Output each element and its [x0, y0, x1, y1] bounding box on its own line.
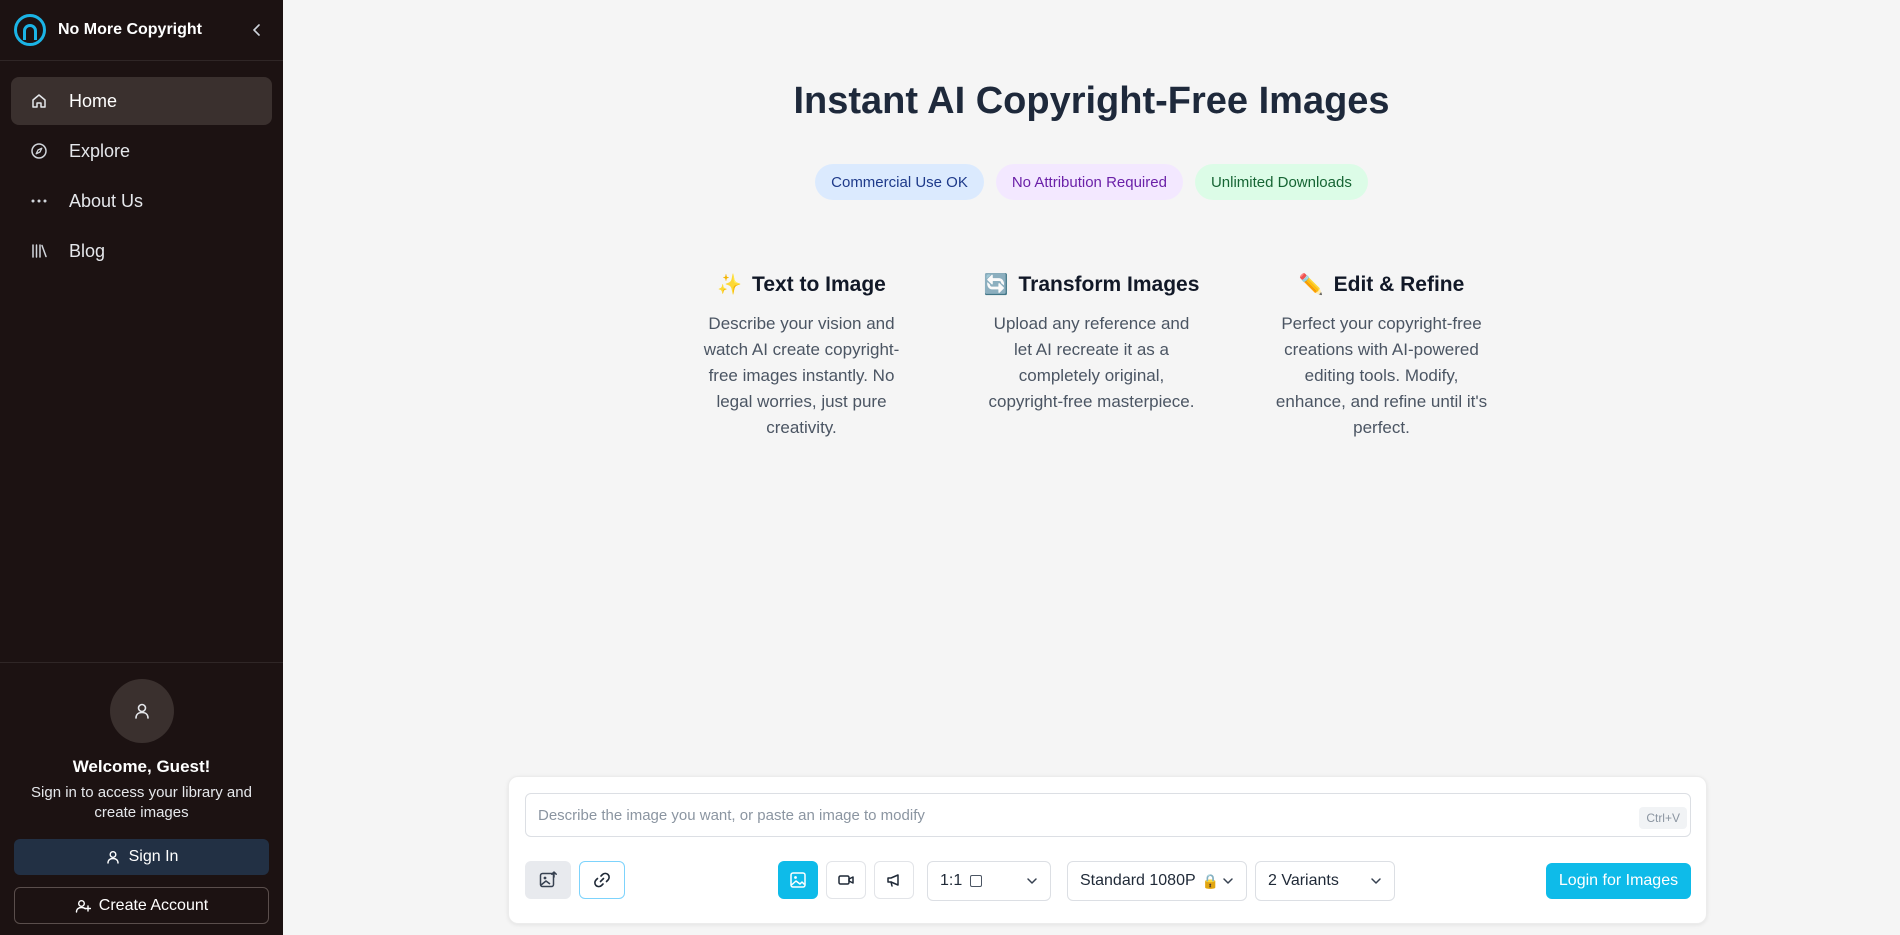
- brand-header: No More Copyright: [0, 0, 283, 61]
- avatar: [109, 679, 174, 743]
- create-account-label: Create Account: [98, 896, 209, 914]
- pencil-icon: ✏️: [1298, 274, 1324, 296]
- compass-icon: [29, 141, 49, 161]
- feature-heading: 🔄 Transform Images: [947, 272, 1237, 297]
- chevron-down-icon: [1222, 875, 1234, 887]
- sidebar-item-label: Explore: [69, 140, 131, 161]
- dots-icon: [29, 191, 49, 211]
- feature-description: Describe your vision and watch AI create…: [703, 314, 900, 437]
- sidebar-item-blog[interactable]: Blog: [11, 227, 272, 275]
- mode-video-button[interactable]: [826, 861, 866, 899]
- sidebar-item-home[interactable]: Home: [11, 77, 272, 125]
- sidebar-item-label: About Us: [69, 190, 144, 211]
- aspect-ratio-value: 1:1: [940, 872, 963, 889]
- feature-description: Perfect your copyright-free creations wi…: [1275, 314, 1488, 437]
- feature-text-to-image: ✨ Text to Image Describe your vision and…: [657, 272, 947, 441]
- user-icon: [106, 851, 119, 864]
- square-ratio-icon: [970, 875, 983, 887]
- prompt-input[interactable]: [525, 793, 1691, 837]
- variants-select[interactable]: 2 Variants: [1255, 861, 1395, 901]
- create-account-button[interactable]: Create Account: [14, 887, 269, 924]
- link-icon: [594, 872, 610, 888]
- quality-select[interactable]: Standard 1080P 🔒: [1067, 861, 1247, 901]
- upload-image-button[interactable]: [525, 861, 571, 899]
- badge-commercial-use: Commercial Use OK: [815, 164, 984, 200]
- chevron-down-icon: [1026, 875, 1038, 887]
- image-upload-icon: [539, 871, 557, 888]
- feature-edit-refine: ✏️ Edit & Refine Perfect your copyright-…: [1237, 272, 1527, 441]
- image-url-button[interactable]: [579, 861, 625, 899]
- page-title: Instant AI Copyright-Free Images: [793, 80, 1390, 122]
- user-plus-icon: [75, 899, 91, 913]
- main-content: Instant AI Copyright-Free Images Commerc…: [283, 0, 1900, 935]
- megaphone-icon: [887, 874, 899, 887]
- badge-no-attribution: No Attribution Required: [995, 164, 1183, 200]
- sparkles-icon: ✨: [717, 274, 743, 296]
- sidebar-nav: Home Explore About Us Blog: [0, 61, 283, 275]
- quality-value: Standard 1080P: [1080, 872, 1196, 889]
- welcome-title: Welcome, Guest!: [72, 757, 211, 776]
- login-for-images-button[interactable]: Login for Images: [1546, 863, 1691, 899]
- feature-title: Edit & Refine: [1333, 272, 1465, 296]
- sidebar-item-label: Blog: [69, 240, 106, 261]
- user-icon: [134, 703, 149, 719]
- sidebar-item-explore[interactable]: Explore: [11, 127, 272, 175]
- video-icon: [838, 875, 854, 885]
- mode-image-button[interactable]: [778, 861, 818, 899]
- variants-value: 2 Variants: [1268, 872, 1339, 889]
- collapse-sidebar-button[interactable]: [245, 18, 269, 42]
- welcome-subtitle: Sign in to access your library and creat…: [31, 784, 252, 821]
- sign-in-label: Sign In: [128, 848, 179, 865]
- guest-panel: Welcome, Guest! Sign in to access your l…: [0, 662, 283, 935]
- mode-ad-button[interactable]: [874, 861, 914, 899]
- badge-unlimited-downloads: Unlimited Downloads: [1194, 164, 1368, 200]
- library-icon: [29, 241, 49, 261]
- lock-icon: 🔒: [1201, 872, 1220, 889]
- image-icon: [790, 872, 806, 888]
- features-section: ✨ Text to Image Describe your vision and…: [283, 272, 1900, 441]
- brand-logo-icon[interactable]: [14, 14, 46, 46]
- sidebar-item-label: Home: [69, 90, 118, 111]
- sidebar: No More Copyright Home Explore About Us: [0, 0, 283, 935]
- chevron-left-icon: [253, 24, 260, 36]
- home-icon: [29, 91, 49, 111]
- feature-transform-images: 🔄 Transform Images Upload any reference …: [947, 272, 1237, 441]
- feature-description: Upload any reference and let AI recreate…: [988, 314, 1195, 411]
- prompt-panel: Ctrl+V 1:1 Standard 1080P 🔒: [508, 776, 1707, 924]
- paste-shortcut-hint: Ctrl+V: [1639, 807, 1687, 829]
- aspect-ratio-select[interactable]: 1:1: [927, 861, 1051, 901]
- feature-badges: Commercial Use OK No Attribution Require…: [283, 164, 1900, 200]
- sidebar-item-about-us[interactable]: About Us: [11, 177, 272, 225]
- chevron-down-icon: [1370, 875, 1382, 887]
- refresh-icon: 🔄: [983, 274, 1009, 296]
- feature-heading: ✏️ Edit & Refine: [1237, 272, 1527, 297]
- sign-in-button[interactable]: Sign In: [14, 839, 269, 875]
- brand-name[interactable]: No More Copyright: [58, 21, 245, 39]
- feature-title: Text to Image: [752, 272, 886, 296]
- feature-heading: ✨ Text to Image: [657, 272, 947, 297]
- feature-title: Transform Images: [1018, 272, 1200, 296]
